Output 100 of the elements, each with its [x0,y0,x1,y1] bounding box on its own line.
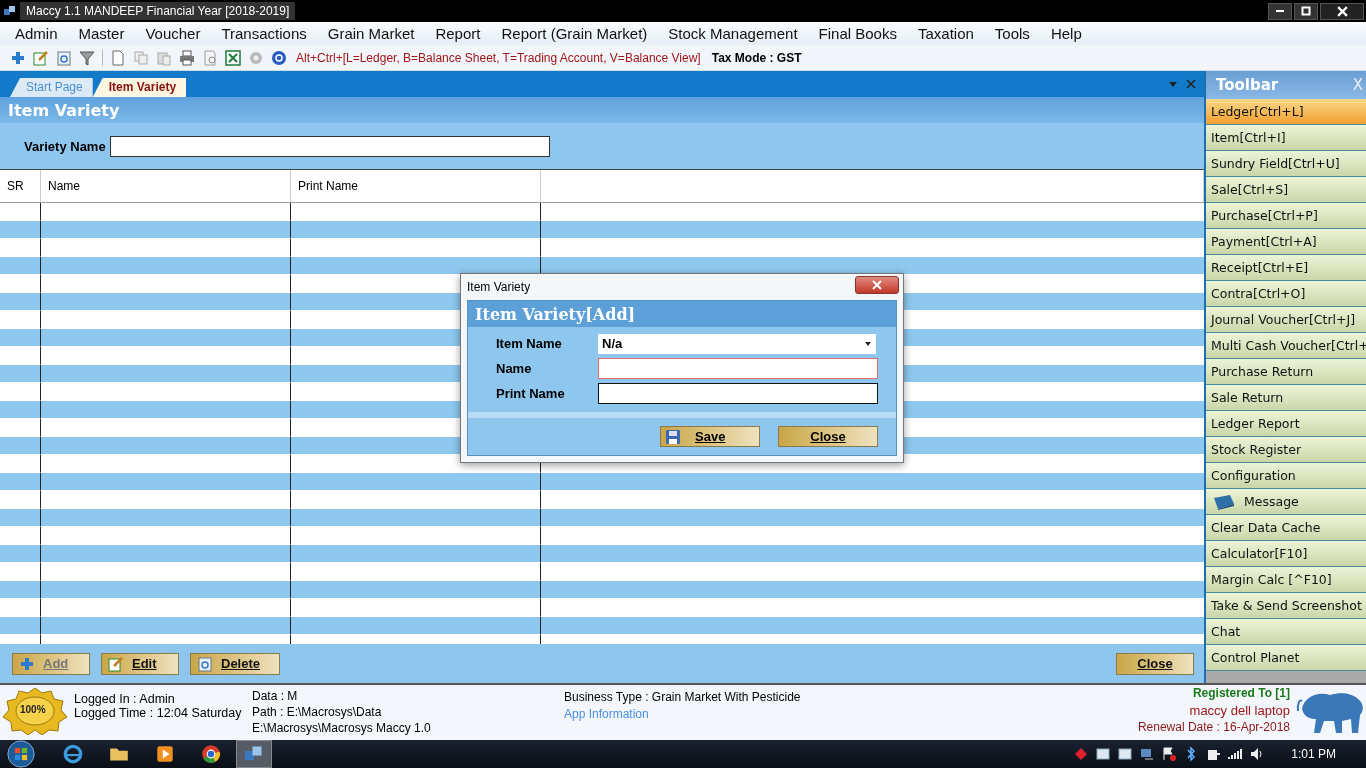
menu-item[interactable]: Help [1042,25,1095,42]
minimize-button[interactable] [1268,2,1292,20]
guarantee-seal-icon [2,687,68,735]
toolbar-item[interactable]: Sale Return [1206,385,1366,411]
path-text: Path : E:\Macrosys\Data [252,704,383,720]
close-icon[interactable] [1186,79,1196,89]
text-field[interactable] [598,358,878,379]
column-header: SR [0,170,41,202]
plus-icon[interactable] [10,49,26,66]
maximize-button[interactable] [1294,2,1318,20]
toolbar-item[interactable]: Control Planet [1206,645,1366,671]
tax-mode-label: Tax Mode : GST [711,50,802,65]
data-text: Data : M [252,688,299,704]
excel-icon[interactable] [225,49,241,66]
window-title: Maccy 1.1 MANDEEP Financial Year [2018-2019] [20,2,296,20]
signal-icon[interactable] [1227,746,1244,762]
message-icon [1212,493,1236,510]
edit-icon[interactable] [33,49,49,66]
field-label: Name [496,361,533,376]
item-name-dropdown[interactable]: N/a [598,333,876,354]
toolbar-item[interactable]: Sundry Field[Ctrl+U] [1206,151,1366,177]
toolbar-item[interactable]: Payment[Ctrl+A] [1206,229,1366,255]
print-preview-icon[interactable] [202,49,218,66]
toolbar-item[interactable]: Calculator[F10] [1206,541,1366,567]
tab[interactable]: Item Variety [92,78,187,97]
window-icon[interactable] [1095,746,1112,762]
flag-icon[interactable] [1161,746,1178,762]
registered-text: Registered To [1] [1192,685,1290,702]
menu-item[interactable]: Taxation [909,25,987,42]
toolbar-item[interactable]: Margin Calc [^F10] [1206,567,1366,593]
maximize-icon [1301,6,1311,16]
seal-text: 100% [20,704,46,715]
menu-item[interactable]: Report (Grain Market) [493,25,661,42]
dialog-button[interactable]: Close [778,426,878,447]
toolbar-item[interactable]: Ledger Report [1206,411,1366,437]
dropdown-arrow-icon[interactable] [1168,79,1178,89]
toolbar-item[interactable]: Journal Voucher[Ctrl+J] [1206,307,1366,333]
dialog-heading: Item Variety[Add] [468,301,896,327]
diamond-icon[interactable] [1073,746,1090,762]
edit-icon [108,655,124,672]
filter-icon[interactable] [79,49,95,66]
toolbar-item[interactable]: Receipt[Ctrl+E] [1206,255,1366,281]
column-header: Name [41,170,291,202]
plus-icon [19,655,35,672]
menu-item[interactable]: Grain Market [319,25,428,42]
taskbar-app-button[interactable] [236,740,272,768]
document-icon[interactable] [110,49,126,66]
logged-in-text: Logged In : Admin [74,692,176,706]
close-icon [872,280,882,290]
menu-item[interactable]: Stock Management [660,25,811,42]
action-button[interactable]: Edit [101,652,179,675]
printer-icon[interactable] [179,49,195,66]
renewal-date-text: Renewal Date : 16-Apr-2018 [1137,719,1290,736]
business-type-text: Business Type : Grain Market With Pesticide [564,689,802,706]
field-label: Variety Name [24,138,106,154]
close-icon [1336,5,1348,17]
menu-item[interactable]: Transactions [213,25,320,42]
action-button[interactable]: Delete [190,652,280,675]
toolbar-item[interactable]: Ledger[Ctrl+L] [1206,99,1366,125]
media-player-icon[interactable] [154,743,176,765]
registered-name: maccy dell laptop [1189,702,1290,719]
close-button[interactable] [855,276,899,294]
app-icon [4,5,16,17]
toolbar-item[interactable]: Clear Data Cache [1206,515,1366,541]
toolbar-item[interactable]: Contra[Ctrl+O] [1206,281,1366,307]
variety-name-field[interactable] [109,135,550,157]
chrome-icon[interactable] [200,743,222,765]
panel-title: Toolbar [1216,76,1279,94]
close-button[interactable] [1320,2,1364,20]
toolbar-item[interactable]: Item[Ctrl+I] [1206,125,1366,151]
text-field[interactable] [598,383,878,404]
install-path-text: E:\Macrosys\Macrosys Maccy 1.0 [252,720,432,736]
dialog-button[interactable]: Save [660,426,760,447]
menu-item[interactable]: Report [427,25,494,42]
field-label: Item Name [496,336,563,351]
form-title: Item Variety [0,97,1204,123]
logged-time-text: Logged Time : 12:04 Saturday [74,706,243,720]
field-label: Print Name [496,386,566,401]
menu-item[interactable]: Tools [986,25,1043,42]
toolbar-item[interactable]: Purchase[Ctrl+P] [1206,203,1366,229]
toolbar-item[interactable]: Sale[Ctrl+S] [1206,177,1366,203]
dialog-title: Item Variety [467,280,531,294]
close-button[interactable]: Close [1116,652,1194,675]
toolbar-item[interactable]: Chat [1206,619,1366,645]
start-button[interactable] [6,740,36,768]
menu-item[interactable]: Voucher [137,25,214,42]
column-header: Print Name [291,170,541,202]
menu-item[interactable]: Admin [7,25,71,42]
minimize-icon [1276,10,1284,12]
toolbar-item[interactable]: Message [1206,489,1366,515]
toolbar-item[interactable]: Configuration [1206,463,1366,489]
menu-item[interactable]: Master [70,25,138,42]
browser-icon[interactable] [62,743,84,765]
menu-item[interactable]: Final Books [810,25,910,42]
clock[interactable]: 1:01 PM [1291,747,1336,761]
toolbar-item[interactable]: Purchase Return [1206,359,1366,385]
shortcut-hint: Alt+Ctrl+[L=Ledger, B=Balance Sheet, T=Trading Account, V=Balance View] [296,50,701,65]
window-icon[interactable] [1117,746,1134,762]
toolbar-item[interactable]: Stock Register [1206,437,1366,463]
toolbar-item[interactable]: Take & Send Screenshot [1206,593,1366,619]
